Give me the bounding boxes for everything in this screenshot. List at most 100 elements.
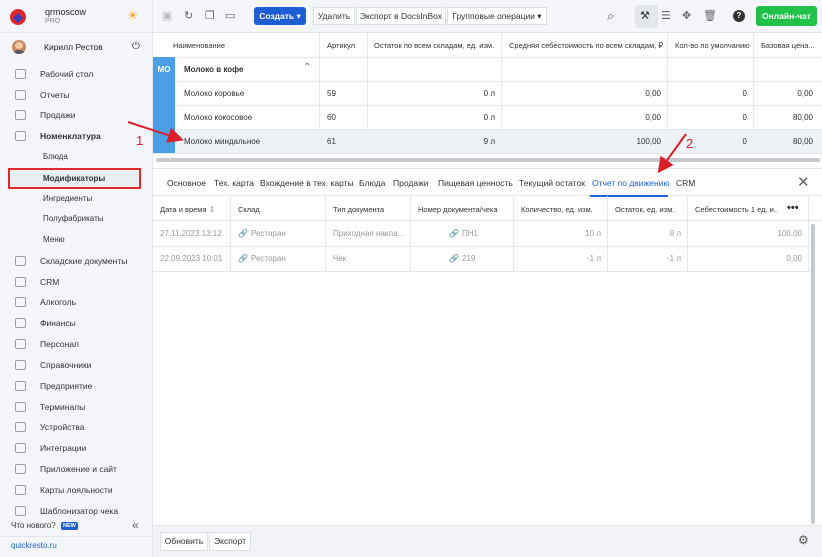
wine-glass-icon [15,297,26,307]
device-icon [15,422,26,432]
save-icon[interactable]: ▣ [162,9,172,23]
group-badge: МО [153,57,175,153]
sidebar-item-directories[interactable]: Справочники [0,355,153,375]
sidebar-sub-ingredients[interactable]: Ингредиенты [0,189,153,209]
tools-icon[interactable]: ⚒ [640,9,650,23]
tab-crm[interactable]: CRM [676,178,695,188]
horizontal-scrollbar[interactable] [156,158,820,162]
tab-sales[interactable]: Продажи [393,178,429,188]
online-chat-button[interactable]: Онлайн-чат [756,6,817,26]
col-header-base-price[interactable]: Базовая цена... [761,41,821,50]
col-header-datetime[interactable]: Дата и время ⇕ [160,205,215,214]
tab-tech-card-usage[interactable]: Вхождение в тех. карты [260,178,354,188]
sidebar-item-dashboard[interactable]: Рабочий стол [0,64,153,84]
export-docsinbox-button[interactable]: Экспорт в DocsInBox [356,7,446,25]
sort-icon[interactable]: ⇕ [209,205,215,214]
col-divider [808,196,809,271]
sidebar-item-alcohol[interactable]: Алкоголь [0,292,153,312]
create-button[interactable]: Создать ▾ [254,7,306,25]
sidebar-sub-modifiers[interactable]: Модификаторы [8,168,141,189]
whats-new-link[interactable]: Что нового? [11,521,56,530]
sidebar-item-staff[interactable]: Персонал [0,334,153,354]
group-name[interactable]: Молоко в кофе [184,65,244,74]
close-icon[interactable]: ✕ [797,173,810,191]
sidebar-divider [0,536,153,537]
row-divider [175,105,822,106]
crm-icon [15,277,26,287]
row-divider [153,153,822,154]
settings-sliders-icon[interactable]: ⚙ [798,533,809,547]
export-button[interactable]: Экспорт [209,532,251,551]
col-header-doc-type[interactable]: Тип документа [333,205,384,214]
header-divider [153,57,822,58]
archive-icon[interactable]: ▭ [225,9,235,23]
brand-name: qrmoscow [45,7,87,17]
theme-sun-icon[interactable]: ☀ [127,7,139,25]
col-divider [513,196,514,271]
sidebar-item-integrations[interactable]: Интеграции [0,438,153,458]
sidebar-item-devices[interactable]: Устройства [0,417,153,437]
trash-icon[interactable]: 🗑 [703,9,717,23]
sidebar-item-reports[interactable]: Отчеты [0,85,153,105]
row-divider [175,81,822,82]
vertical-scrollbar[interactable] [811,224,815,524]
more-icon[interactable]: ••• [787,202,799,214]
link-icon: 🔗 [238,229,248,238]
tab-tech-card[interactable]: Тех. карта [214,178,254,188]
tab-main[interactable]: Основное [167,178,206,188]
col-header-name[interactable]: Наименование [173,41,225,50]
col-header-quantity[interactable]: Количество, ед. изм. [521,205,593,214]
collapse-sidebar-icon[interactable]: « [132,518,139,532]
quickresto-link[interactable]: quickresto.ru [11,541,57,550]
sidebar-item-warehouse-docs[interactable]: Складские документы [0,251,153,271]
col-header-avg-cost[interactable]: Средняя себестоимость по всем складам, ₽ [509,41,665,50]
tab-current-stock[interactable]: Текущий остаток [519,178,585,188]
tab-dishes[interactable]: Блюда [359,178,385,188]
user-profile[interactable]: Кирилл Рестов ⏻ [0,33,153,61]
sidebar-item-sales[interactable]: Продажи [0,105,153,125]
search-icon[interactable]: ⌕ [607,9,614,23]
row-divider [175,129,822,130]
copy-icon[interactable]: ❐ [205,9,215,23]
power-icon[interactable]: ⏻ [132,41,140,52]
sidebar-item-receipt-template[interactable]: Шаблонизатор чека [0,501,153,521]
sidebar-item-crm[interactable]: CRM [0,272,153,292]
sidebar-item-finance[interactable]: Финансы [0,313,153,333]
help-icon[interactable]: ? [733,10,745,22]
col-header-doc-number[interactable]: Номер документа/чека [418,205,498,214]
sidebar-sub-semifinished[interactable]: Полуфабрикаты [0,209,153,229]
refresh-button[interactable]: Обновить [160,532,208,551]
sidebar-sub-menu[interactable]: Меню [0,230,153,250]
new-badge: NEW [61,522,78,530]
col-header-stock[interactable]: Остаток по всем складам, ед. изм. [374,41,494,50]
sidebar-sub-dishes[interactable]: Блюда [0,147,153,167]
sidebar-item-loyalty[interactable]: Карты лояльности [0,480,153,500]
sidebar-item-enterprise[interactable]: Предприятие [0,376,153,396]
sidebar-item-nomenclature[interactable]: Номенклатура [0,126,153,146]
quickresto-logo-icon [10,9,26,25]
col-header-warehouse[interactable]: Склад [238,205,260,214]
annotation-label-1: 1 [136,133,144,148]
toolbar: ▣ ↻ ❐ ▭ Создать ▾ Удалить Экспорт в Docs… [153,0,822,33]
sales-icon [15,110,26,120]
dashboard-icon [15,69,26,79]
col-header-unit-cost[interactable]: Себестоимость 1 ед. и... [695,205,777,214]
integration-icon [15,443,26,453]
tab-movement-report[interactable]: Отчет по движению [592,178,670,188]
refresh-icon[interactable]: ↻ [184,9,193,23]
col-header-article[interactable]: Артикул [327,41,355,50]
delete-button[interactable]: Удалить [313,7,355,25]
move-icon[interactable]: ✥ [682,9,691,23]
col-header-remaining[interactable]: Остаток, ед. изм. [615,205,674,214]
tab-nutrition[interactable]: Пищевая ценность [438,178,513,188]
list-icon[interactable]: ☰ [661,9,671,23]
group-operations-dropdown[interactable]: Групповые операции ▾ [447,7,547,25]
tag-icon [15,131,26,141]
brand-header: qrmoscow PRO ☀ [0,0,153,33]
chevron-up-icon[interactable]: ⌃ [303,62,311,73]
col-divider [230,196,231,271]
col-header-default-qty[interactable]: Кол-во по умолчанию [675,41,750,50]
sidebar-item-terminals[interactable]: Терминалы [0,397,153,417]
sidebar-item-app-site[interactable]: Приложение и сайт [0,459,153,479]
building-icon [15,381,26,391]
